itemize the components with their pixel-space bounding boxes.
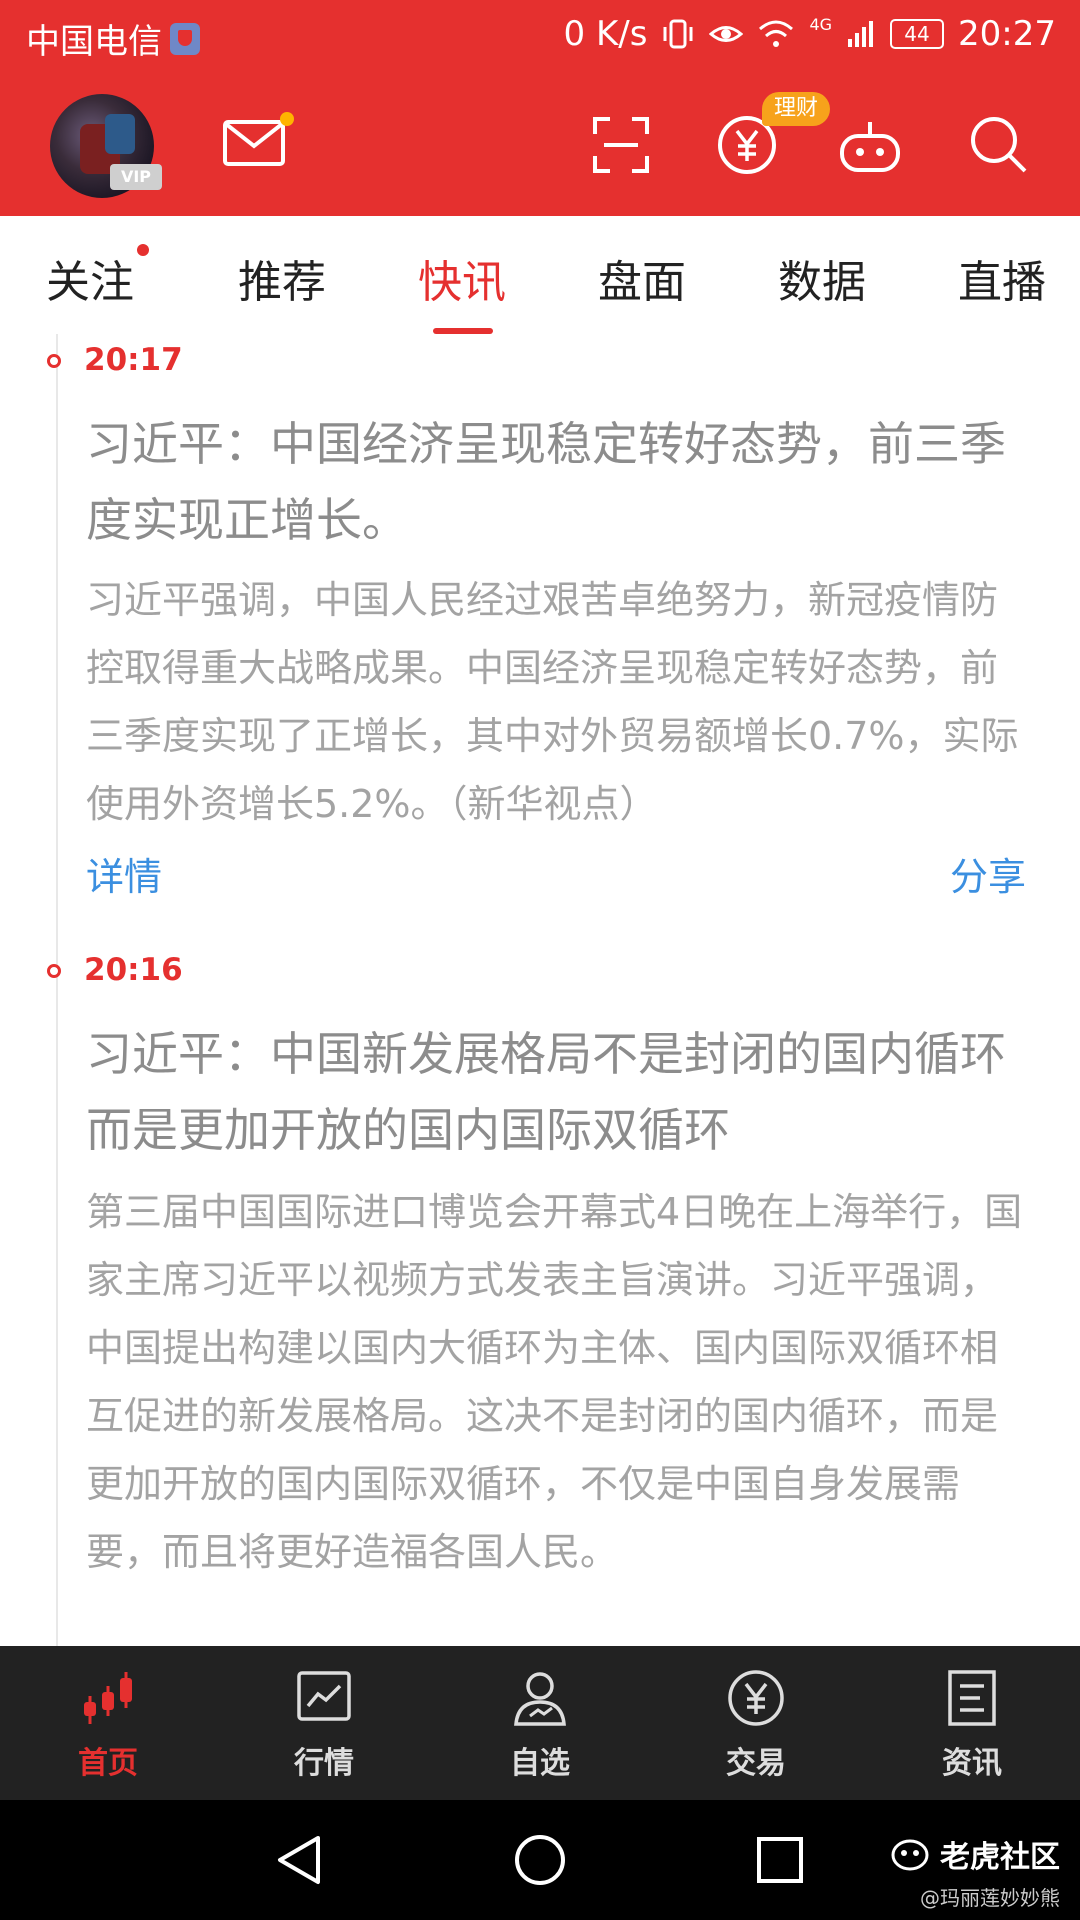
- timeline-node: [47, 964, 61, 978]
- net-speed: 0 K/s: [563, 14, 648, 54]
- tab-notification-dot: [137, 244, 149, 256]
- watermark-author: @玛丽莲妙妙熊: [920, 1886, 1060, 1910]
- licai-badge[interactable]: 理财: [762, 92, 830, 126]
- status-bar: 中国电信 0 K/s 4G 44 20:27: [0, 0, 1080, 76]
- document-icon: [948, 1670, 996, 1726]
- mail-notification-dot: [280, 112, 294, 126]
- watermark: 老虎社区: [890, 1832, 1060, 1876]
- mail-icon[interactable]: [222, 118, 286, 168]
- nav-trade[interactable]: 交易: [648, 1646, 864, 1800]
- vibrate-icon: [663, 19, 693, 49]
- user-icon: [514, 1672, 566, 1726]
- status-time: 20:27: [958, 14, 1056, 54]
- watermark-title: 老虎社区: [940, 1840, 1060, 1875]
- nav-watchlist[interactable]: 自选: [432, 1646, 648, 1800]
- news-body[interactable]: 习近平强调，中国人民经过艰苦卓绝努力，新冠疫情防控取得重大战略成果。中国经济呈现…: [86, 566, 1026, 838]
- app-header: VIP 理财: [0, 76, 1080, 216]
- tab-guanzhu[interactable]: 关注: [46, 246, 134, 310]
- tiger-logo-icon: [891, 1839, 929, 1871]
- yuan-icon: [728, 1670, 784, 1726]
- avatar-figure: [105, 114, 135, 154]
- nav-home[interactable]: 首页: [0, 1646, 216, 1800]
- chart-icon: [297, 1671, 351, 1721]
- candlestick-icon: [84, 1672, 132, 1724]
- tab-kuaixun[interactable]: 快讯: [418, 246, 506, 310]
- news-headline[interactable]: 习近平：中国新发展格局不是封闭的国内循环 而是更加开放的国内国际双循环: [86, 1016, 1016, 1168]
- search-icon[interactable]: [968, 114, 1030, 176]
- bottom-nav: 首页 行情 自选 交易 资讯: [0, 1646, 1080, 1800]
- timeline-line: [56, 334, 58, 1646]
- tab-zhibo[interactable]: 直播: [958, 246, 1046, 310]
- robot-icon[interactable]: [838, 118, 902, 174]
- signal-icon: [848, 21, 874, 47]
- nav-market-label: 行情: [294, 1746, 354, 1781]
- tab-panmian[interactable]: 盘面: [598, 246, 686, 310]
- shield-icon: [170, 22, 200, 55]
- scan-icon[interactable]: [592, 116, 650, 174]
- carrier-label: 中国电信: [26, 22, 162, 62]
- tab-tuijian[interactable]: 推荐: [238, 246, 326, 310]
- network-type: 4G: [809, 14, 833, 34]
- news-feed[interactable]: 20:17 习近平：中国经济呈现稳定转好态势，前三季度实现正增长。 习近平强调，…: [0, 334, 1080, 1646]
- nav-news[interactable]: 资讯: [864, 1646, 1080, 1800]
- news-tabs: 关注 推荐 快讯 盘面 数据 直播: [0, 216, 1080, 335]
- nav-news-label: 资讯: [942, 1746, 1002, 1781]
- recents-icon[interactable]: [756, 1836, 804, 1884]
- nav-market[interactable]: 行情: [216, 1646, 432, 1800]
- share-link[interactable]: 分享: [950, 846, 1026, 901]
- detail-link[interactable]: 详情: [86, 846, 162, 901]
- timeline-node: [47, 354, 61, 368]
- wifi-icon: [759, 20, 794, 47]
- eye-icon: [709, 26, 744, 42]
- nav-trade-label: 交易: [726, 1746, 786, 1781]
- news-time: 20:17: [84, 342, 183, 378]
- back-icon[interactable]: [274, 1834, 324, 1886]
- news-time: 20:16: [84, 952, 183, 988]
- status-left: 中国电信: [26, 14, 200, 63]
- vip-badge: VIP: [110, 164, 162, 190]
- nav-home-label: 首页: [78, 1746, 138, 1781]
- nav-watchlist-label: 自选: [510, 1746, 570, 1781]
- battery-indicator: 44: [890, 19, 945, 49]
- news-body[interactable]: 第三届中国国际进口博览会开幕式4日晚在上海举行，国家主席习近平以视频方式发表主旨…: [86, 1178, 1026, 1586]
- home-icon[interactable]: [514, 1834, 566, 1886]
- news-headline[interactable]: 习近平：中国经济呈现稳定转好态势，前三季度实现正增长。: [86, 406, 1016, 558]
- status-right: 0 K/s 4G 44 20:27: [564, 14, 1056, 54]
- tab-shuju[interactable]: 数据: [778, 246, 866, 310]
